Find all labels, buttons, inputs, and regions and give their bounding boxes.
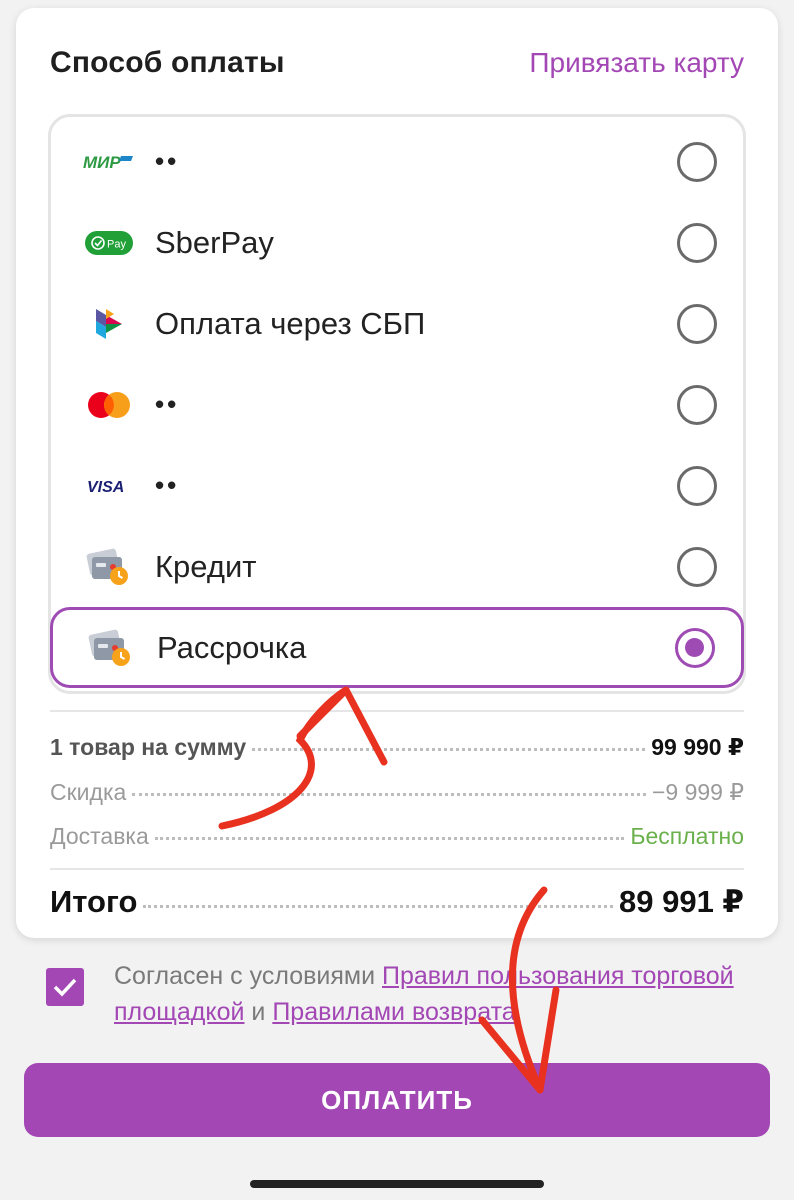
installment-label: Рассрочка: [157, 629, 307, 665]
payment-method-sberpay[interactable]: Pay SberPay: [51, 202, 743, 283]
dotted-leader: [252, 748, 646, 751]
radio-mastercard[interactable]: [677, 384, 717, 425]
radio-installment[interactable]: [675, 627, 715, 668]
agreement-and: и: [244, 998, 273, 1026]
payment-method-sbp[interactable]: Оплата через СБП: [51, 283, 743, 364]
credit-label: Кредит: [155, 548, 257, 584]
summary-items-row: 1 товар на сумму 99 990 ₽: [50, 734, 744, 761]
delivery-label: Доставка: [50, 823, 149, 849]
payment-method-installment[interactable]: Рассрочка: [50, 607, 744, 688]
svg-text:VISA: VISA: [87, 479, 124, 496]
payment-card: Способ оплаты Привязать карту МИР •• Pay…: [16, 8, 778, 938]
credit-card-clock-icon: [83, 547, 135, 587]
masked-card-number: ••: [155, 389, 180, 419]
items-label: 1 товар на сумму: [50, 734, 247, 760]
divider: [50, 710, 744, 712]
dotted-leader: [143, 905, 613, 908]
sbp-logo-icon: [83, 304, 135, 344]
summary-delivery-row: Доставка Бесплатно: [50, 823, 744, 850]
items-value: 99 990 ₽: [651, 734, 744, 760]
card-header: Способ оплаты Привязать карту: [50, 46, 744, 80]
pay-button[interactable]: ОПЛАТИТЬ: [24, 1063, 770, 1137]
radio-visa[interactable]: [677, 465, 717, 506]
divider: [50, 868, 744, 870]
agreement-prefix: Согласен с условиями: [114, 962, 382, 990]
sberpay-logo-icon: Pay: [83, 223, 135, 263]
svg-text:МИР: МИР: [83, 153, 121, 172]
radio-mir[interactable]: [677, 141, 717, 182]
check-icon: [53, 978, 77, 997]
delivery-value: Бесплатно: [630, 823, 744, 849]
svg-text:Pay: Pay: [107, 238, 126, 250]
mastercard-logo-icon: [83, 385, 135, 425]
dotted-leader: [154, 837, 625, 840]
payment-method-credit[interactable]: Кредит: [51, 526, 743, 607]
credit-card-clock-icon: [85, 628, 137, 668]
agreement-text: Согласен с условиями Правил пользования …: [114, 958, 734, 1030]
masked-card-number: ••: [155, 470, 180, 500]
link-card-link[interactable]: Привязать карту: [529, 47, 744, 79]
sberpay-label: SberPay: [155, 224, 274, 260]
radio-sbp[interactable]: [677, 303, 717, 344]
total-label: Итого: [50, 884, 138, 919]
mir-logo-icon: МИР: [83, 142, 135, 182]
visa-logo-icon: VISA: [83, 466, 135, 506]
payment-method-title: Способ оплаты: [50, 46, 285, 79]
masked-card-number: ••: [155, 146, 180, 176]
radio-credit[interactable]: [677, 546, 717, 587]
summary-discount-row: Скидка −9 999 ₽: [50, 779, 744, 806]
payment-method-visa[interactable]: VISA ••: [51, 445, 743, 526]
discount-label: Скидка: [50, 779, 127, 805]
dotted-leader: [132, 793, 646, 796]
sbp-label: Оплата через СБП: [155, 305, 426, 341]
summary-total-row: Итого 89 991 ₽: [50, 884, 744, 920]
discount-value: −9 999 ₽: [651, 779, 744, 805]
payment-methods-list: МИР •• Pay SberPay Оплата через СБП •• V…: [48, 114, 746, 694]
radio-sberpay[interactable]: [677, 222, 717, 263]
home-indicator: [250, 1180, 544, 1188]
return-rules-link[interactable]: Правилами возврата: [272, 998, 515, 1026]
payment-method-mir[interactable]: МИР ••: [51, 121, 743, 202]
total-value: 89 991 ₽: [619, 884, 744, 919]
agreement-checkbox[interactable]: [46, 968, 84, 1006]
payment-method-mastercard[interactable]: ••: [51, 364, 743, 445]
